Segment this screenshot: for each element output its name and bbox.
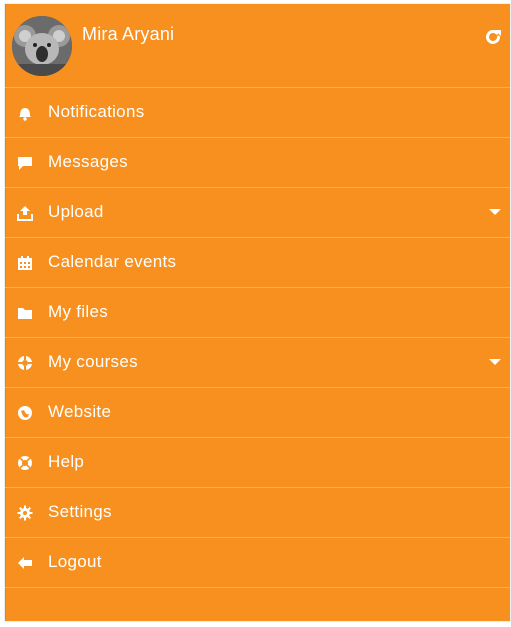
menu-item-label: Logout <box>48 552 102 571</box>
menu-item-logout[interactable]: Logout <box>5 538 510 588</box>
menu-item-my-files[interactable]: My files <box>5 288 510 338</box>
chat-icon <box>16 154 34 172</box>
refresh-icon[interactable] <box>482 26 504 48</box>
menu-item-label: Messages <box>48 152 128 171</box>
user-name: Mira Aryani <box>82 24 175 44</box>
logout-icon <box>16 554 34 572</box>
menu-item-website[interactable]: Website <box>5 388 510 438</box>
menu-item-messages[interactable]: Messages <box>5 138 510 188</box>
menu-item-label: Upload <box>48 202 104 221</box>
user-header: Mira Aryani <box>5 4 510 88</box>
menu-item-settings[interactable]: Settings <box>5 488 510 538</box>
menu-item-label: Help <box>48 452 85 471</box>
menu-item-label: My courses <box>48 352 138 371</box>
help-icon <box>16 454 34 472</box>
menu-item-label: Website <box>48 402 112 421</box>
side-menu: Mira Aryani Notifications Messages Uploa… <box>5 4 510 621</box>
gear-icon <box>16 504 34 522</box>
menu-item-my-courses[interactable]: My courses <box>5 338 510 388</box>
bell-icon <box>16 104 34 122</box>
menu-item-label: My files <box>48 302 109 321</box>
upload-icon <box>16 204 34 222</box>
menu-item-calendar-events[interactable]: Calendar events <box>5 238 510 288</box>
menu-item-upload[interactable]: Upload <box>5 188 510 238</box>
menu-item-label: Notifications <box>48 102 145 121</box>
chevron-down-icon[interactable] <box>489 359 501 365</box>
courses-icon <box>16 354 34 372</box>
menu-item-label: Calendar events <box>48 252 177 271</box>
calendar-icon <box>16 254 34 272</box>
globe-icon <box>16 404 34 422</box>
menu-item-label: Settings <box>48 502 112 521</box>
menu-item-notifications[interactable]: Notifications <box>5 88 510 138</box>
menu-list: Notifications Messages Upload Calendar e… <box>5 88 510 588</box>
koala-avatar-image <box>12 16 72 76</box>
folder-icon <box>16 304 34 322</box>
user-avatar[interactable] <box>12 16 72 76</box>
menu-item-help[interactable]: Help <box>5 438 510 488</box>
chevron-down-icon[interactable] <box>489 209 501 215</box>
